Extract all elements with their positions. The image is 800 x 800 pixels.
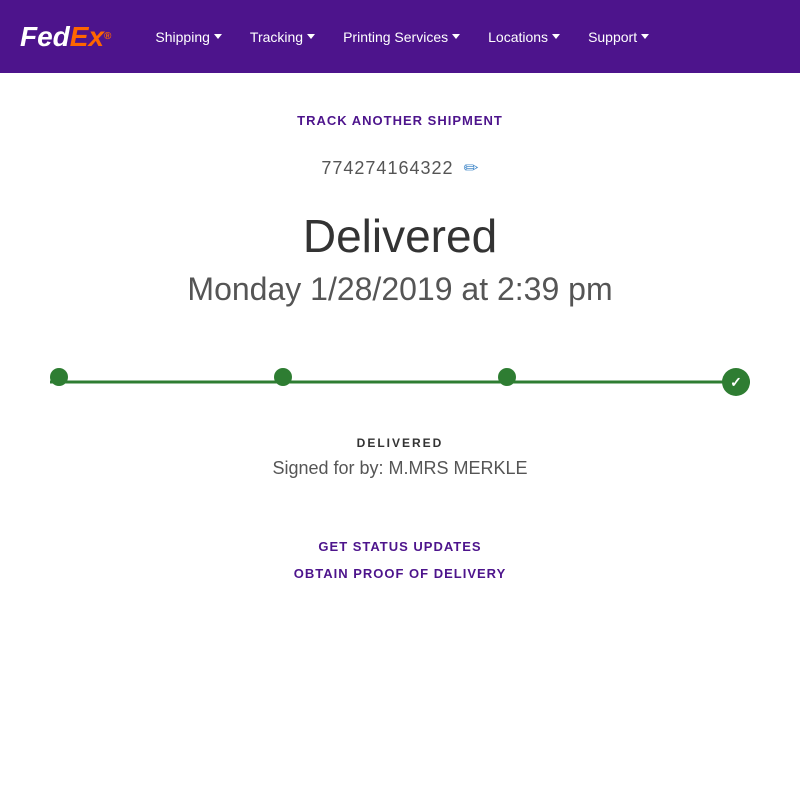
delivered-label: DELIVERED — [272, 436, 527, 450]
status-date: Monday 1/28/2019 at 2:39 pm — [187, 271, 612, 308]
nav-label-support: Support — [588, 29, 637, 45]
tracking-number: 774274164322 — [321, 158, 453, 179]
chevron-down-icon — [307, 34, 315, 39]
chevron-down-icon — [214, 34, 222, 39]
main-content: TRACK ANOTHER SHIPMENT 774274164322 ✏ De… — [0, 73, 800, 621]
progress-bar: ✓ — [50, 368, 750, 396]
navbar: FedEx® Shipping Tracking Printing Servic… — [0, 0, 800, 73]
get-status-updates-link[interactable]: GET STATUS UPDATES — [318, 539, 481, 554]
nav-label-tracking: Tracking — [250, 29, 303, 45]
nav-link-locations[interactable]: Locations — [474, 29, 574, 45]
progress-dot-final: ✓ — [722, 368, 750, 396]
status-section: DELIVERED Signed for by: M.MRS MERKLE — [272, 436, 527, 509]
logo-ex-text: Ex — [70, 21, 104, 53]
obtain-proof-link[interactable]: OBTAIN PROOF OF DELIVERY — [294, 566, 507, 581]
edit-icon[interactable]: ✏ — [464, 158, 479, 179]
fedex-logo[interactable]: FedEx® — [20, 21, 111, 53]
nav-link-tracking[interactable]: Tracking — [236, 29, 329, 45]
chevron-down-icon — [452, 34, 460, 39]
nav-label-locations: Locations — [488, 29, 548, 45]
nav-link-support[interactable]: Support — [574, 29, 663, 45]
checkmark-icon: ✓ — [730, 374, 742, 391]
logo-dot: ® — [104, 31, 111, 42]
progress-dot-1 — [50, 368, 68, 386]
tracking-number-row: 774274164322 ✏ — [321, 158, 478, 179]
status-title: Delivered — [303, 209, 497, 263]
action-links: GET STATUS UPDATES OBTAIN PROOF OF DELIV… — [294, 539, 507, 581]
track-another-link[interactable]: TRACK ANOTHER SHIPMENT — [297, 113, 503, 128]
nav-item-locations[interactable]: Locations — [474, 29, 574, 45]
nav-link-printing[interactable]: Printing Services — [329, 29, 474, 45]
nav-item-support[interactable]: Support — [574, 29, 663, 45]
chevron-down-icon — [641, 34, 649, 39]
nav-item-tracking[interactable]: Tracking — [236, 29, 329, 45]
nav-link-shipping[interactable]: Shipping — [141, 29, 236, 45]
progress-dot-2 — [274, 368, 292, 386]
nav-label-printing: Printing Services — [343, 29, 448, 45]
progress-dot-3 — [498, 368, 516, 386]
nav-item-shipping[interactable]: Shipping — [141, 29, 236, 45]
nav-label-shipping: Shipping — [155, 29, 210, 45]
chevron-down-icon — [552, 34, 560, 39]
logo-fed-text: Fed — [20, 21, 70, 53]
signed-for-text: Signed for by: M.MRS MERKLE — [272, 458, 527, 479]
nav-links: Shipping Tracking Printing Services Loca… — [141, 29, 663, 45]
progress-dots: ✓ — [50, 368, 750, 396]
nav-item-printing[interactable]: Printing Services — [329, 29, 474, 45]
